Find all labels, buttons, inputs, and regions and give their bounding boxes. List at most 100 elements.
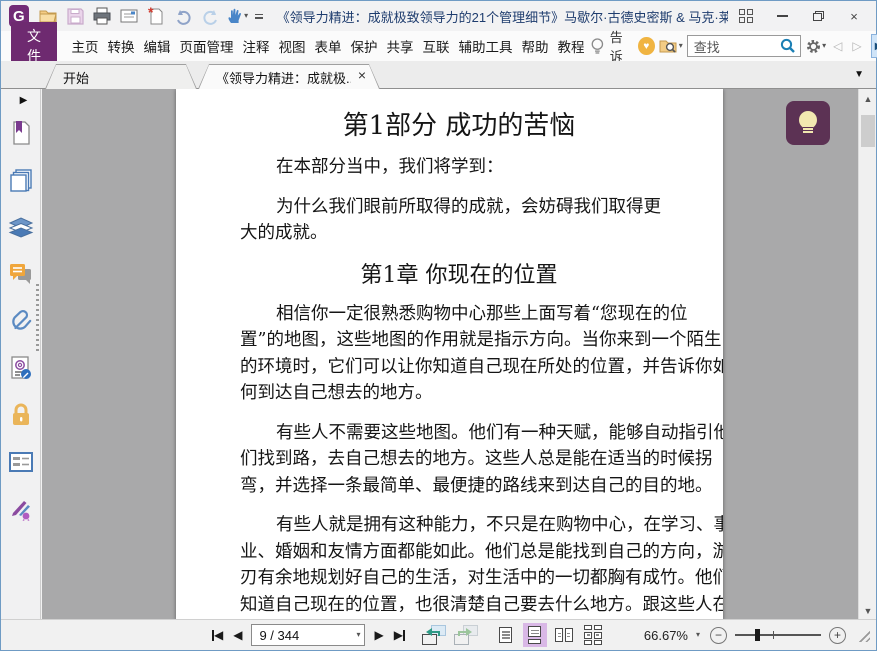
zoom-slider[interactable]	[735, 627, 821, 643]
print-button[interactable]	[89, 4, 116, 28]
zoom-slider-track	[735, 634, 821, 636]
sidebar-item-bookmarks[interactable]	[8, 120, 34, 146]
tab-list-dropdown[interactable]: ▼	[854, 69, 864, 80]
zoom-slider-tick	[773, 631, 774, 639]
maximize-button[interactable]	[800, 4, 836, 28]
new-document-button[interactable]: *	[143, 4, 170, 28]
single-page-view-button[interactable]	[494, 623, 518, 647]
redo-icon	[203, 9, 217, 25]
quick-access-toolbar: * ▾	[35, 4, 267, 28]
tab-document[interactable]: 《领导力精进：成就极... ×	[198, 64, 380, 89]
menu-page-organize[interactable]: 页面管理	[175, 32, 238, 60]
document-view: 第1部分 成功的苦恼 在本部分当中，我们将学到： 为什么我们眼前所取得的成就，会…	[42, 89, 858, 621]
sidebar-item-sign[interactable]	[8, 496, 34, 522]
previous-view-button[interactable]	[421, 625, 446, 645]
menu-form[interactable]: 表单	[310, 32, 346, 60]
sidebar-expand-icon[interactable]: ▶	[20, 95, 28, 106]
menu-comment[interactable]: 注释	[238, 32, 274, 60]
doc-line: 相信你一定很熟悉购物中心那些上面写着“您现在的位	[276, 303, 688, 324]
tab-document-label: 《领导力精进：成就极...	[216, 71, 351, 86]
save-icon	[67, 7, 84, 25]
arrange-windows-button[interactable]	[728, 4, 764, 28]
email-button[interactable]	[116, 4, 143, 28]
menu-convert[interactable]: 转换	[103, 32, 139, 60]
continuous-facing-view-button[interactable]	[581, 623, 605, 647]
ribbon-expand-button[interactable]: ▶	[870, 34, 877, 58]
document-tab-bar: 开始 《领导力精进：成就极... × ▼	[1, 61, 876, 89]
menu-tutorial[interactable]: 教程	[553, 32, 589, 60]
undo-button[interactable]	[170, 4, 197, 28]
view-history-group	[421, 625, 478, 645]
scrollbar-thumb[interactable]	[861, 115, 875, 147]
window-controls: ×	[728, 4, 872, 28]
new-document-star-icon: *	[148, 6, 163, 25]
scroll-up-icon[interactable]: ▲	[859, 91, 877, 107]
scroll-down-icon[interactable]: ▼	[859, 603, 877, 619]
history-forward-button[interactable]: ▷	[849, 39, 864, 53]
doc-line: 何到达自己想去的地方。	[240, 383, 433, 403]
minimize-icon	[776, 15, 788, 17]
menu-view[interactable]: 视图	[274, 32, 310, 60]
favorites-button[interactable]: ♥	[637, 37, 655, 55]
menu-protect[interactable]: 保护	[346, 32, 382, 60]
close-button[interactable]: ×	[836, 4, 872, 28]
find-input[interactable]: 查找	[686, 35, 802, 57]
hand-tool-button[interactable]: ▾	[224, 4, 251, 28]
next-view-button[interactable]	[453, 625, 478, 645]
facing-view-button[interactable]	[552, 623, 576, 647]
history-back-button[interactable]: ◁	[830, 39, 845, 53]
last-page-button[interactable]: ▶	[389, 623, 410, 647]
zoom-out-button[interactable]: −	[710, 626, 727, 644]
sidebar-item-security[interactable]	[8, 402, 34, 428]
page-dropdown-caret-icon[interactable]: ▾	[356, 631, 360, 639]
minimize-button[interactable]	[764, 4, 800, 28]
facing-page-icon	[555, 628, 573, 642]
tab-start[interactable]: 开始	[45, 64, 197, 89]
first-page-button[interactable]: ◀	[207, 623, 228, 647]
menu-connect[interactable]: 互联	[418, 32, 454, 60]
signature-panel-icon	[10, 356, 31, 379]
part-heading: 第1部分 成功的苦恼	[342, 111, 576, 141]
sidebar-item-attachments[interactable]	[8, 308, 34, 334]
find-placeholder: 查找	[693, 39, 720, 55]
doc-line: 在本部分当中，我们将学到：	[276, 157, 504, 177]
zoom-in-button[interactable]: +	[829, 626, 846, 644]
assistant-bulb-button[interactable]	[786, 101, 830, 145]
page-number-input[interactable]: 9 / 344 ▾	[251, 624, 366, 646]
sidebar-item-fields[interactable]	[8, 449, 34, 475]
doc-line: 弯，并选择一条最简单、最便捷的路线来到达自己的目的地。	[240, 475, 713, 496]
doc-line: 业、婚姻和友情方面都能如此。他们总是能找到自己的方向，游	[240, 541, 723, 562]
zoom-slider-thumb[interactable]	[755, 629, 760, 641]
menu-accessibility[interactable]: 辅助工具	[454, 32, 517, 60]
redo-button[interactable]	[197, 4, 224, 28]
previous-page-button[interactable]: ◀	[228, 623, 247, 647]
vertical-scrollbar[interactable]: ▲ ▼	[858, 89, 876, 621]
sidebar-resize-handle[interactable]	[36, 284, 39, 354]
search-folder-button[interactable]: ▾	[659, 37, 683, 55]
menu-edit[interactable]: 编辑	[139, 32, 175, 60]
customize-toolbar-button[interactable]	[251, 4, 267, 28]
plus-icon: +	[833, 628, 841, 642]
tell-me-label[interactable]: 告诉	[610, 27, 634, 65]
menu-bar: 文件 主页 转换 编辑 页面管理 注释 视图 表单 保护 共享 互联 辅助工具 …	[1, 22, 877, 70]
resize-grip[interactable]	[856, 628, 870, 642]
save-button[interactable]	[62, 4, 89, 28]
pdf-page[interactable]: 第1部分 成功的苦恼 在本部分当中，我们将学到： 为什么我们眼前所取得的成就，会…	[176, 89, 723, 621]
zoom-dropdown-caret-icon[interactable]: ▾	[696, 631, 700, 639]
menu-home[interactable]: 主页	[67, 32, 103, 60]
find-options-button[interactable]: ▾	[805, 38, 826, 55]
zoom-controls: 66.67% ▾ − +	[644, 626, 870, 644]
sidebar-item-layers[interactable]	[8, 214, 34, 240]
search-icon[interactable]	[780, 38, 796, 54]
sidebar-item-pages[interactable]	[8, 167, 34, 193]
menu-help[interactable]: 帮助	[517, 32, 553, 60]
continuous-view-button[interactable]	[522, 623, 547, 647]
lightbulb-outline-icon[interactable]	[589, 36, 606, 56]
navigation-sidebar: ▶	[1, 89, 41, 621]
menu-share[interactable]: 共享	[382, 32, 418, 60]
sidebar-item-comments[interactable]	[8, 261, 34, 287]
page-thumbnails-icon	[9, 169, 32, 192]
sidebar-item-digital-signatures[interactable]	[8, 355, 34, 381]
tab-close-icon[interactable]: ×	[358, 67, 366, 83]
next-page-button[interactable]: ▶	[369, 623, 388, 647]
